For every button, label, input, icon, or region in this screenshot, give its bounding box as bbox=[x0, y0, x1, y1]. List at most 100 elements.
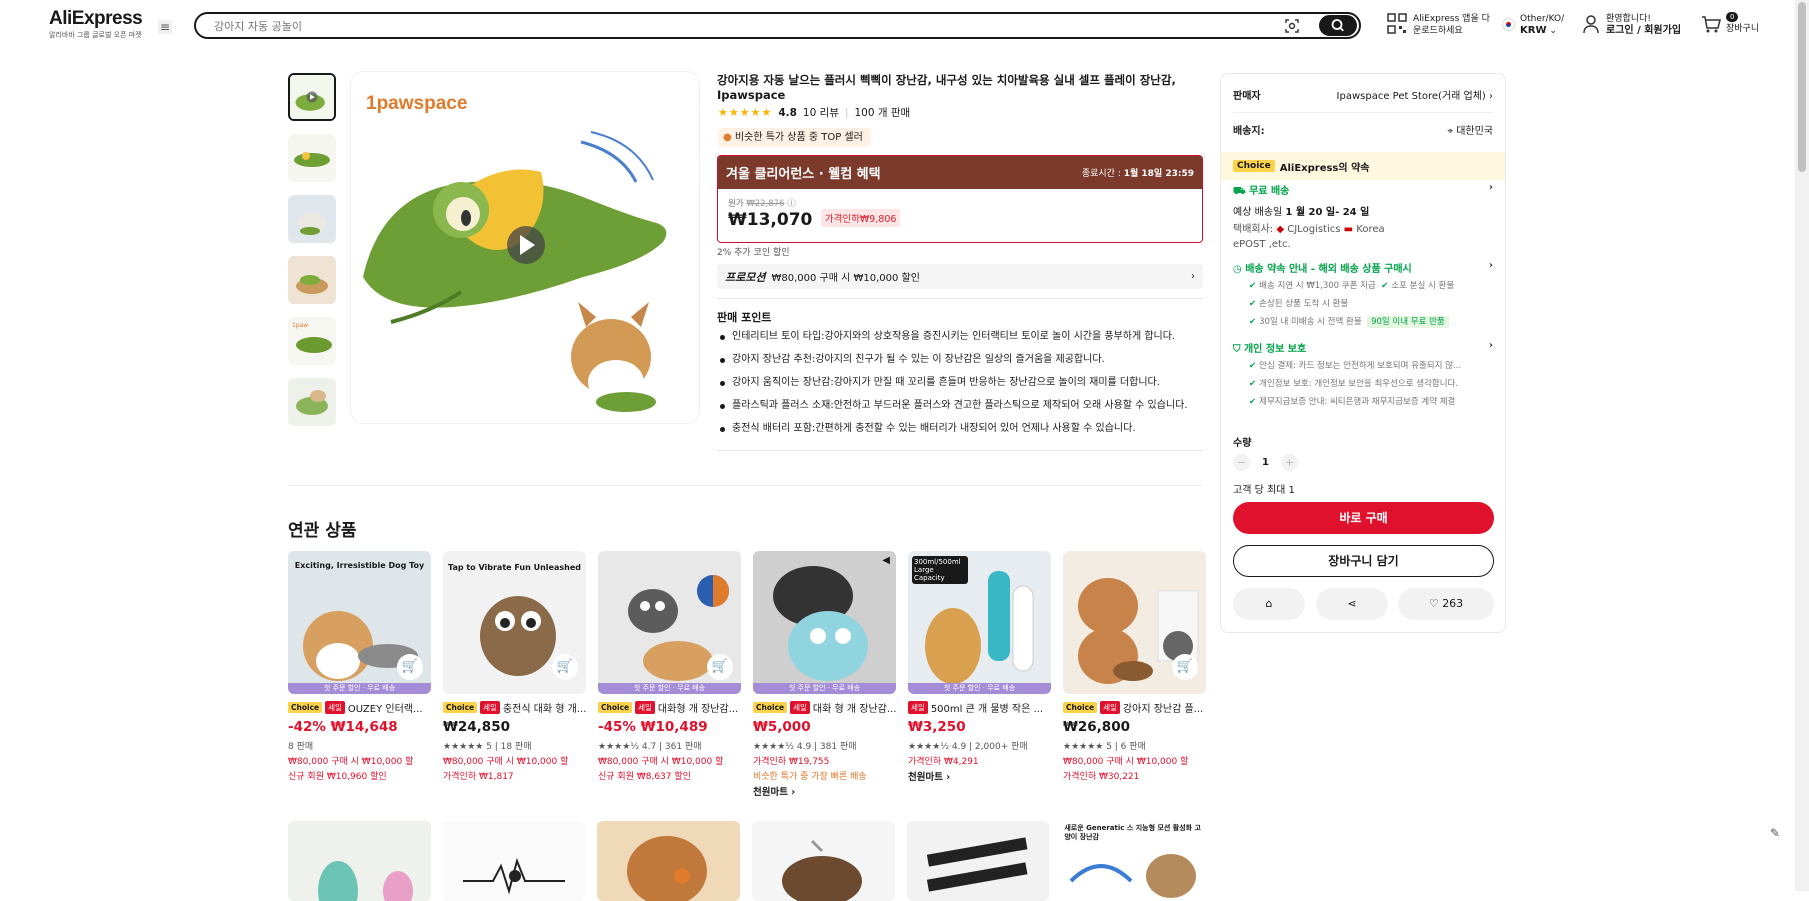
top-seller-badge: ● 비슷한 특가 상품 중 TOP 셀러 bbox=[718, 128, 871, 147]
thumbnail-3[interactable] bbox=[288, 195, 336, 243]
card-name: 대화 형 개 장난감... bbox=[812, 704, 896, 715]
thumbnail-2[interactable] bbox=[288, 134, 336, 182]
card-promo: 신규 회원 ₩10,960 할인 bbox=[288, 772, 387, 782]
chevron-down-icon: ⌄ bbox=[1549, 26, 1557, 36]
product-card[interactable]: Exciting, Irresistible Dog Toy 🛒 첫 주문 할인 ·… bbox=[288, 551, 431, 798]
aliexpress-logo[interactable]: AliExpress 알리바바 그룹 글로벌 오픈 마켓 bbox=[49, 9, 145, 40]
card-promo: 가격인하 ₩30,221 bbox=[1063, 772, 1140, 782]
product-card[interactable]: 🛒 첫 주문 할인 · 무료 배송 Choice 세일 대화형 개 장난감... -4… bbox=[598, 551, 741, 798]
seller-row[interactable]: 판매자 Ipawspace Pet Store(거래 업체) › bbox=[1233, 87, 1493, 102]
deal-end-label: 종료시간 : bbox=[1081, 169, 1121, 179]
add-cart-icon[interactable]: 🛒 bbox=[1172, 654, 1198, 680]
selling-point: 강아지 장난감 추천:강아지의 친구가 될 수 있는 이 장난감은 일상의 즐거… bbox=[717, 353, 1217, 367]
currency: KRW bbox=[1520, 25, 1547, 36]
app-download[interactable]: AliExpress 앱을 다 운로드하세요 bbox=[1387, 13, 1490, 37]
promise-title: 배송 약속 안내 - 해외 배송 상품 구매시 bbox=[1245, 264, 1412, 275]
card-tag: 첫 주문 할인 · 무료 배송 bbox=[908, 683, 1051, 694]
product-card[interactable]: 300ml/500ml Large Capacity 첫 주문 할인 · 무료 배… bbox=[908, 551, 1051, 798]
thumbnail-gallery: 1paw bbox=[288, 73, 337, 426]
card-price: ₩5,000 bbox=[753, 719, 811, 735]
chevron-right-icon: › bbox=[1488, 340, 1493, 351]
sold-count: 100 개 판매 bbox=[854, 107, 911, 119]
ship-label: 배송지: bbox=[1233, 126, 1265, 137]
minus-icon[interactable]: − bbox=[1233, 454, 1250, 471]
quantity-stepper: − 1 + bbox=[1233, 454, 1298, 471]
privacy-section[interactable]: ⛉ 개인 정보 보호 › ✔ 안심 결제: 카드 정보는 안전하게 보호되며 유출되… bbox=[1233, 340, 1493, 411]
promotion-row[interactable]: 프로모션 ₩80,000 구매 시 ₩10,000 할인 › bbox=[717, 264, 1203, 289]
search-bar bbox=[194, 12, 1361, 39]
share-button[interactable]: ⋖ bbox=[1316, 588, 1388, 620]
qr-icon bbox=[1387, 13, 1407, 34]
add-cart-icon[interactable]: 🛒 bbox=[397, 654, 423, 680]
card-price: ₩3,250 bbox=[908, 719, 966, 735]
buy-now-button[interactable]: 바로 구매 bbox=[1233, 502, 1494, 534]
region-selector[interactable]: Other/KO/KRW ⌄ bbox=[1502, 13, 1564, 37]
product-card[interactable] bbox=[597, 821, 741, 901]
card-mart-link[interactable]: 천원마트 › bbox=[908, 769, 1051, 783]
courier-3: ePOST ,etc. bbox=[1233, 239, 1291, 250]
card-price: ₩26,800 bbox=[1063, 719, 1130, 735]
free-shipping-label: 무료 배송 bbox=[1249, 186, 1290, 197]
region-line1: Other/KO/ bbox=[1520, 14, 1565, 24]
choice-badge: Choice bbox=[1233, 160, 1275, 172]
menu-icon[interactable]: ≡ bbox=[158, 20, 172, 34]
camera-search-icon[interactable] bbox=[1283, 17, 1301, 35]
store-button[interactable]: ⌂ bbox=[1233, 588, 1305, 620]
cart-link[interactable]: 0 장바구니 bbox=[1700, 11, 1759, 35]
card-name: 충전식 대화 형 개... bbox=[502, 704, 586, 715]
chevron-right-icon: › bbox=[1488, 182, 1493, 193]
truck-icon: ⛟ bbox=[1233, 186, 1246, 197]
search-button[interactable] bbox=[1319, 15, 1357, 36]
add-to-cart-button[interactable]: 장바구니 담기 bbox=[1233, 545, 1494, 577]
related-grid: Exciting, Irresistible Dog Toy 🛒 첫 주문 할인 ·… bbox=[288, 551, 1206, 798]
product-card[interactable] bbox=[752, 821, 895, 901]
location-icon: ⌖ bbox=[1447, 126, 1453, 137]
thumbnail-5[interactable]: 1paw bbox=[288, 317, 336, 365]
card-mart-link[interactable]: 천원마트 › bbox=[753, 784, 896, 798]
quantity-value: 1 bbox=[1262, 457, 1269, 468]
wishlist-button[interactable]: ♡ 263 bbox=[1398, 588, 1494, 620]
product-card[interactable] bbox=[442, 821, 586, 901]
card-name: 500ml 큰 개 물병 작은 ... bbox=[930, 704, 1044, 715]
deal-box: 겨울 클리어런스 · 웰컴 혜택 종료시간 : 1월 18일 23:59 원가 … bbox=[717, 155, 1203, 243]
promise-item: 손상된 상품 도착 시 환불 bbox=[1259, 299, 1349, 309]
info-icon[interactable]: ⓘ bbox=[787, 199, 796, 209]
add-cart-icon[interactable]: 🛒 bbox=[552, 654, 578, 680]
free-return-badge: 90일 이내 무료 반품 bbox=[1367, 316, 1449, 328]
scrollbar[interactable] bbox=[1795, 0, 1809, 891]
wish-count: 263 bbox=[1442, 597, 1464, 610]
thumbnail-6[interactable] bbox=[288, 378, 336, 426]
ship-to-row[interactable]: 배송지: ⌖ 대한민국 bbox=[1233, 122, 1493, 137]
courier-2: Korea bbox=[1356, 224, 1385, 235]
review-count[interactable]: 10 리뷰 bbox=[803, 105, 839, 120]
plus-icon[interactable]: + bbox=[1280, 454, 1298, 471]
edit-icon[interactable]: ✎ bbox=[1770, 826, 1780, 840]
delivery-promise-section[interactable]: ◷ 배송 약속 안내 - 해외 배송 상품 구매시 › ✔ 배송 지연 시 ₩1,3… bbox=[1233, 260, 1493, 331]
price-area: 원가 ₩22,876 ⓘ ₩13,070 가격인하₩9,806 bbox=[718, 189, 1202, 238]
main-product-image[interactable]: 1pawspace bbox=[350, 71, 700, 424]
thumbnail-4[interactable] bbox=[288, 256, 336, 304]
search-input[interactable] bbox=[214, 17, 1264, 35]
product-card[interactable]: 🛒 Choice 세일 강아지 장난감 플... ₩26,800 ★★★★★ 5 |… bbox=[1063, 551, 1206, 798]
welcome-text: 환영합니다! bbox=[1606, 14, 1652, 24]
add-cart-icon[interactable]: 🛒 bbox=[707, 654, 733, 680]
login-area[interactable]: 환영합니다! 로그인 / 회원가입 bbox=[1582, 13, 1681, 37]
shipping-section[interactable]: ⛟ 무료 배송 › 예상 배송일 1 월 20 일- 24 일 택배회사: ◆ C… bbox=[1233, 182, 1493, 252]
courier-label: 택배회사: bbox=[1233, 224, 1274, 235]
promo-label: 프로모션 bbox=[725, 270, 766, 284]
product-card[interactable] bbox=[906, 821, 1050, 901]
card-promo: 가격인하 ₩1,817 bbox=[443, 772, 514, 782]
choice-text: AliExpress의 약속 bbox=[1279, 162, 1370, 174]
shield-icon: ⛉ bbox=[1233, 344, 1241, 355]
logo-subtitle: 알리바바 그룹 글로벌 오픈 마켓 bbox=[49, 31, 142, 39]
selling-point: 강아지 움직이는 장난감:강아지가 만질 때 꼬리를 흔들며 반응하는 장난감으… bbox=[717, 376, 1217, 390]
logo-text: AliExpress bbox=[49, 8, 143, 29]
card-price: -45% ₩10,489 bbox=[598, 719, 708, 735]
product-card[interactable] bbox=[288, 821, 431, 901]
product-card[interactable]: 새로운 Generatic 스 지능형 모션 활성화 고양이 장난감 bbox=[1061, 821, 1205, 901]
sound-icon[interactable]: ◀ bbox=[882, 555, 890, 566]
thumbnail-1[interactable] bbox=[288, 73, 336, 121]
product-card[interactable]: Tap to Vibrate Fun Unleashed 🛒 Choice 세일 충전… bbox=[443, 551, 586, 798]
product-card[interactable]: ◀ 첫 주문 할인 · 무료 배송 Choice 세일 대화 형 개 장난감... ₩… bbox=[753, 551, 896, 798]
user-icon bbox=[1583, 15, 1599, 34]
